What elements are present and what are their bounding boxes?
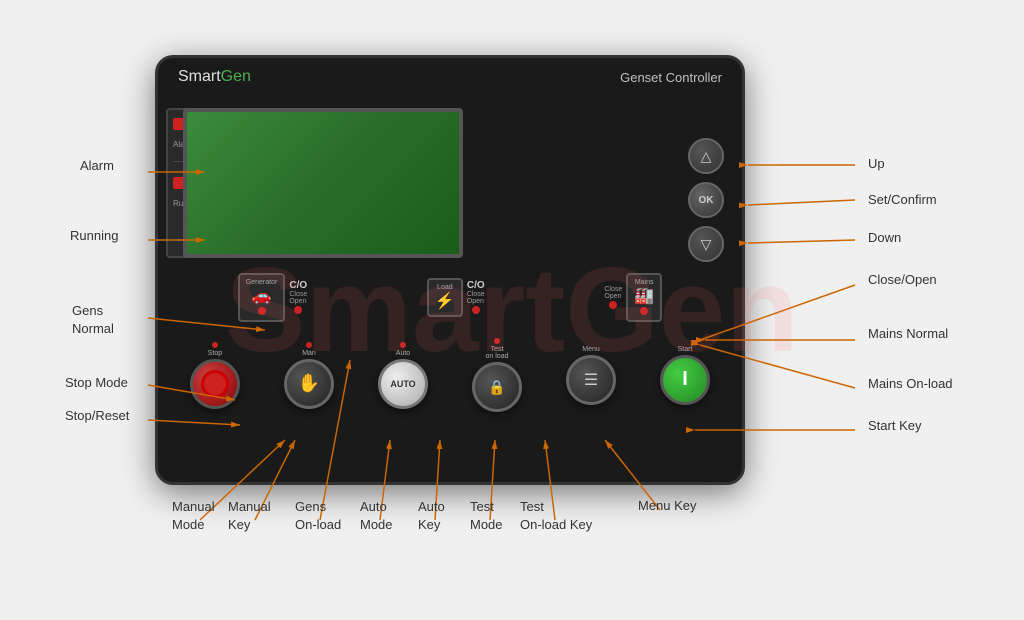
start-symbol: I (682, 368, 688, 391)
man-label: Man (302, 350, 316, 357)
ann-set-confirm: Set/Confirm (868, 192, 937, 207)
menu-button[interactable]: ☰ (566, 355, 616, 405)
stop-led (212, 342, 218, 348)
up-button[interactable]: △ (688, 138, 724, 174)
test-led (494, 338, 500, 344)
ok-button[interactable]: OK (688, 182, 724, 218)
brand-smart: Smart (178, 68, 221, 85)
lcd-display (187, 112, 459, 254)
nav-buttons: △ OK ▽ (688, 138, 724, 262)
generator-icon: 🚗 (252, 286, 272, 306)
brand-gen: Gen (221, 68, 251, 85)
load-contactor-group: Load ⚡ C/O CloseOpen (427, 278, 485, 317)
manual-group: Man ✋ (284, 342, 334, 409)
stop-mode-label: Stop (208, 350, 222, 357)
ann-test-onload: TestOn-load Key (520, 498, 592, 534)
ann-menu-key: Menu Key (638, 498, 697, 513)
test-group: Teston load 🔒 (472, 338, 522, 412)
ann-stop-mode: Stop Mode (65, 375, 128, 390)
ann-up: Up (868, 156, 885, 171)
stop-group: Stop (190, 342, 240, 409)
load-co-led (472, 306, 480, 314)
auto-led (400, 342, 406, 348)
ann-alarm: Alarm (80, 158, 114, 173)
gen-led (258, 307, 266, 315)
auto-button[interactable]: AUTO (378, 359, 428, 409)
ann-test-mode: TestMode (470, 498, 503, 534)
load-label: Load (437, 284, 453, 291)
menu-group: Menu ☰ (566, 346, 616, 405)
ann-mains-onload: Mains On-load (868, 376, 953, 391)
menu-label: Menu (582, 346, 600, 353)
ann-mains-normal: Mains Normal (868, 326, 948, 341)
gen-co-led (294, 306, 302, 314)
main-buttons-row: Stop Man ✋ Auto AUTO Teston load 🔒 (168, 338, 732, 412)
controller-device: SmartGen Genset Controller ⏸ Alarm 🔔 Run… (155, 55, 745, 485)
mains-close-open: CloseOpen (604, 286, 622, 300)
lcd-screen (183, 108, 463, 258)
ann-gens-normal: GensNormal (72, 302, 114, 338)
test-label: Teston load (486, 346, 509, 360)
mains-led (640, 307, 648, 315)
stop-button-inner (201, 370, 229, 398)
gen-co-label: C/O (289, 280, 307, 291)
ann-stop-reset: Stop/Reset (65, 408, 129, 423)
load-icon: ⚡ (435, 291, 455, 311)
auto-group: Auto AUTO (378, 342, 428, 409)
manual-button[interactable]: ✋ (284, 359, 334, 409)
generator-contactor-group: Generator 🚗 C/O CloseOpen (238, 273, 307, 322)
stop-button[interactable] (190, 359, 240, 409)
gen-close-open: CloseOpen (289, 291, 307, 305)
ann-manual-mode: ManualMode (172, 498, 215, 534)
controller-header: SmartGen Genset Controller (158, 68, 742, 86)
auto-label: Auto (396, 350, 410, 357)
ann-close-open: Close/Open (868, 272, 937, 287)
ok-text: OK (699, 195, 714, 206)
start-button[interactable]: I (660, 355, 710, 405)
contactor-row: Generator 🚗 C/O CloseOpen Load ⚡ C/O Clo… (168, 273, 732, 322)
generator-label: Generator (246, 279, 278, 286)
generator-contactor-box: Generator 🚗 (238, 273, 286, 322)
ann-auto-mode: AutoMode (360, 498, 393, 534)
ann-start-key: Start Key (868, 418, 921, 433)
start-label: Start (678, 346, 693, 353)
load-close-open: CloseOpen (467, 291, 485, 305)
man-led (306, 342, 312, 348)
mains-contactor-group: CloseOpen Mains 🏭 (604, 273, 662, 322)
test-button[interactable]: 🔒 (472, 362, 522, 412)
mains-label: Mains (635, 279, 654, 286)
mains-icon: 🏭 (634, 286, 654, 306)
brand-logo: SmartGen (178, 68, 251, 86)
down-button[interactable]: ▽ (688, 226, 724, 262)
mains-contactor-box: Mains 🏭 (626, 273, 662, 322)
auto-text: AUTO (390, 379, 415, 389)
device-title: Genset Controller (620, 70, 722, 85)
start-group: Start I (660, 346, 710, 405)
ann-gens-onload: GensOn-load (295, 498, 341, 534)
ann-auto-key: AutoKey (418, 498, 445, 534)
ann-manual-key: ManualKey (228, 498, 271, 534)
load-contactor-box: Load ⚡ (427, 278, 463, 317)
mains-co-led (609, 301, 617, 309)
ann-down: Down (868, 230, 901, 245)
load-co-label: C/O (467, 280, 485, 291)
ann-running: Running (70, 228, 118, 243)
